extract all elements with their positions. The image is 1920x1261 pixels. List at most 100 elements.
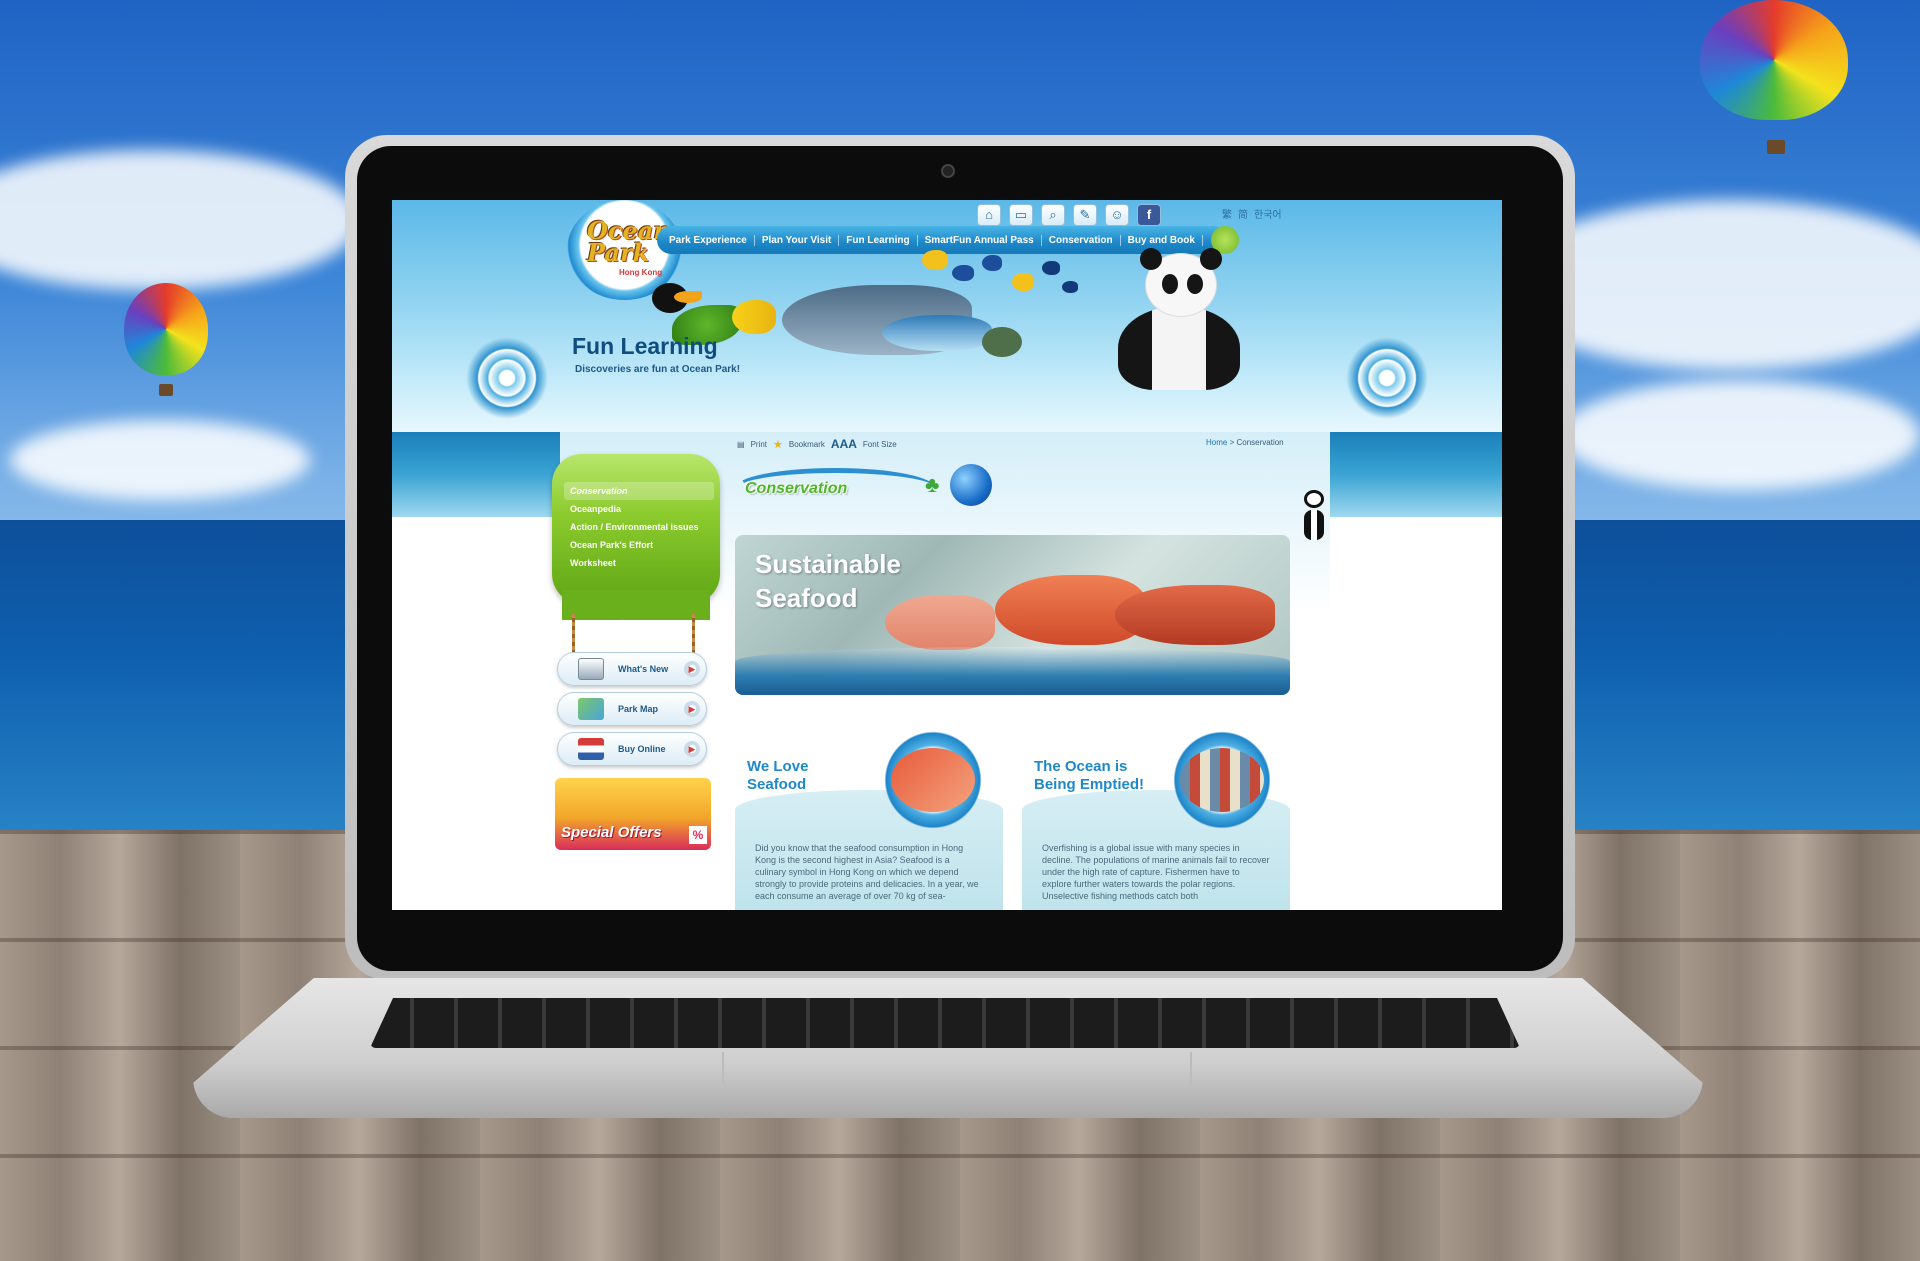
content-card-we-love-seafood: We Love Seafood Did you know that the se… [735, 720, 1003, 910]
print-link[interactable]: Print [751, 440, 767, 449]
hot-air-balloon [124, 283, 208, 375]
nav-plan-your-visit[interactable]: Plan Your Visit [755, 234, 840, 246]
turtle-illustration [982, 327, 1022, 357]
ticket-icon[interactable]: ▭ [1009, 204, 1033, 226]
cloud [1560, 380, 1920, 490]
edit-icon[interactable]: ✎ [1073, 204, 1097, 226]
content-card-ocean-emptied: The Ocean is Being Emptied! Overfishing … [1022, 720, 1290, 910]
panda-ear [1200, 248, 1222, 270]
panda-mascot-icon [1304, 490, 1326, 542]
utility-bar: ▤ Print ★ Bookmark AAA Font Size [737, 437, 897, 451]
section-title: Conservation [745, 480, 848, 497]
panda-body [1118, 306, 1240, 390]
seafood-image[interactable] [873, 730, 993, 830]
page-subtitle: Discoveries are fun at Ocean Park! [575, 364, 741, 375]
globe-icon [950, 464, 992, 506]
nav-smartfun-annual-pass[interactable]: SmartFun Annual Pass [918, 234, 1042, 246]
user-icon[interactable]: ☺ [1105, 204, 1129, 226]
nav-fun-learning[interactable]: Fun Learning [839, 234, 918, 246]
search-icon[interactable]: ⌕ [1041, 204, 1065, 226]
card-text: Did you know that the seafood consumptio… [755, 843, 979, 901]
tropical-fish [1012, 273, 1034, 291]
sidebar-item-ocean-park-effort[interactable]: Ocean Park's Effort [564, 536, 714, 554]
yellow-fish [732, 300, 776, 334]
lang-traditional[interactable]: 繁 [1222, 206, 1232, 221]
hero-title-line-1: Sustainable [755, 549, 901, 579]
special-offers-label: Special Offers [561, 824, 662, 841]
fish-photo [885, 595, 995, 650]
ticket-icon [578, 738, 604, 760]
tropical-fish [922, 250, 948, 270]
fish-market-image[interactable] [1162, 730, 1282, 830]
bookmark-link[interactable]: Bookmark [789, 440, 825, 449]
whats-new-button[interactable]: What's New ▶ [557, 652, 707, 686]
card-title-line-2: Being Emptied! [1034, 776, 1145, 793]
special-offers-banner[interactable]: Special Offers % [555, 778, 711, 850]
card-title-line-1: We Love [747, 758, 809, 775]
nav-park-experience[interactable]: Park Experience [662, 234, 755, 246]
card-title[interactable]: The Ocean is Being Emptied! [1034, 758, 1144, 794]
breadcrumb-separator: > [1229, 438, 1235, 447]
cloud [10, 420, 310, 500]
card-text: Overfishing is a global issue with many … [1042, 843, 1270, 901]
page-title: Fun Learning [572, 333, 718, 359]
dolphin-illustration [882, 315, 992, 351]
font-size-sample[interactable]: AAA [831, 437, 857, 451]
sidebar-item-conservation[interactable]: Conservation [564, 482, 714, 500]
print-icon[interactable]: ▤ [737, 440, 745, 449]
buy-online-button[interactable]: Buy Online ▶ [557, 732, 707, 766]
nav-conservation[interactable]: Conservation [1042, 234, 1121, 246]
breadcrumb-home[interactable]: Home [1206, 438, 1227, 447]
park-map-label: Park Map [618, 704, 659, 714]
hero-banner[interactable]: Sustainable Seafood [735, 535, 1290, 695]
sidebar-item-environmental-issues[interactable]: Action / Environmental issues [564, 518, 714, 536]
panda-eye [1187, 274, 1203, 294]
palm-tree-icon: ♣ [925, 472, 940, 497]
hot-air-balloon [1700, 0, 1848, 120]
fish-photo [1115, 585, 1275, 645]
lang-korean[interactable]: 한국어 [1254, 206, 1282, 221]
buy-online-label: Buy Online [618, 744, 666, 754]
park-map-button[interactable]: Park Map ▶ [557, 692, 707, 726]
tropical-fish [1062, 281, 1078, 293]
language-switcher: 繁 简 한국어 [1222, 206, 1282, 221]
toucan-beak [674, 291, 702, 303]
wave-swirl-left [452, 328, 562, 428]
breadcrumb-current: Conservation [1236, 438, 1284, 447]
trackpad [722, 1052, 1192, 1092]
balloon-basket [159, 384, 173, 396]
hero-title: Sustainable Seafood [755, 547, 901, 615]
home-icon[interactable]: ⌂ [977, 204, 1001, 226]
panda-illustration [1110, 248, 1250, 390]
card-title-line-1: The Ocean is [1034, 758, 1128, 775]
arrow-right-icon: ▶ [684, 661, 700, 677]
seafood-photo [891, 748, 975, 812]
card-title-line-2: Seafood [747, 776, 807, 793]
toolbar-icons: ⌂ ▭ ⌕ ✎ ☺ f [977, 204, 1161, 226]
sidebar-menu: Conservation Oceanpedia Action / Environ… [552, 454, 720, 620]
sidebar-item-oceanpedia[interactable]: Oceanpedia [564, 500, 714, 518]
wave-swirl-right [1332, 328, 1442, 428]
tropical-fish [982, 255, 1002, 271]
whats-new-label: What's New [618, 664, 669, 674]
hero-title-line-2: Seafood [755, 583, 858, 613]
sidebar-menu-list: Conservation Oceanpedia Action / Environ… [564, 482, 714, 572]
keyboard [370, 998, 1520, 1048]
nav-buy-and-book[interactable]: Buy and Book [1121, 234, 1203, 246]
breadcrumb: Home > Conservation [1206, 438, 1284, 447]
arrow-right-icon: ▶ [684, 741, 700, 757]
arrow-right-icon: ▶ [684, 701, 700, 717]
fish-market-photo [1180, 748, 1264, 812]
section-header: ♣ Conservation [735, 458, 1025, 520]
news-icon [578, 658, 604, 680]
facebook-icon[interactable]: f [1137, 204, 1161, 226]
camera-icon [941, 164, 955, 178]
sidebar-item-worksheet[interactable]: Worksheet [564, 554, 714, 572]
card-title[interactable]: We Love Seafood [747, 758, 808, 794]
balloon-basket [1767, 140, 1785, 154]
percent-tag: % [689, 826, 707, 844]
bookmark-icon[interactable]: ★ [773, 438, 783, 451]
lang-simplified[interactable]: 简 [1238, 206, 1248, 221]
laptop-screen: Ocean Park Hong Kong ⌂ ▭ ⌕ ✎ ☺ f 繁 简 한국어… [392, 200, 1502, 910]
tropical-fish [952, 265, 974, 281]
